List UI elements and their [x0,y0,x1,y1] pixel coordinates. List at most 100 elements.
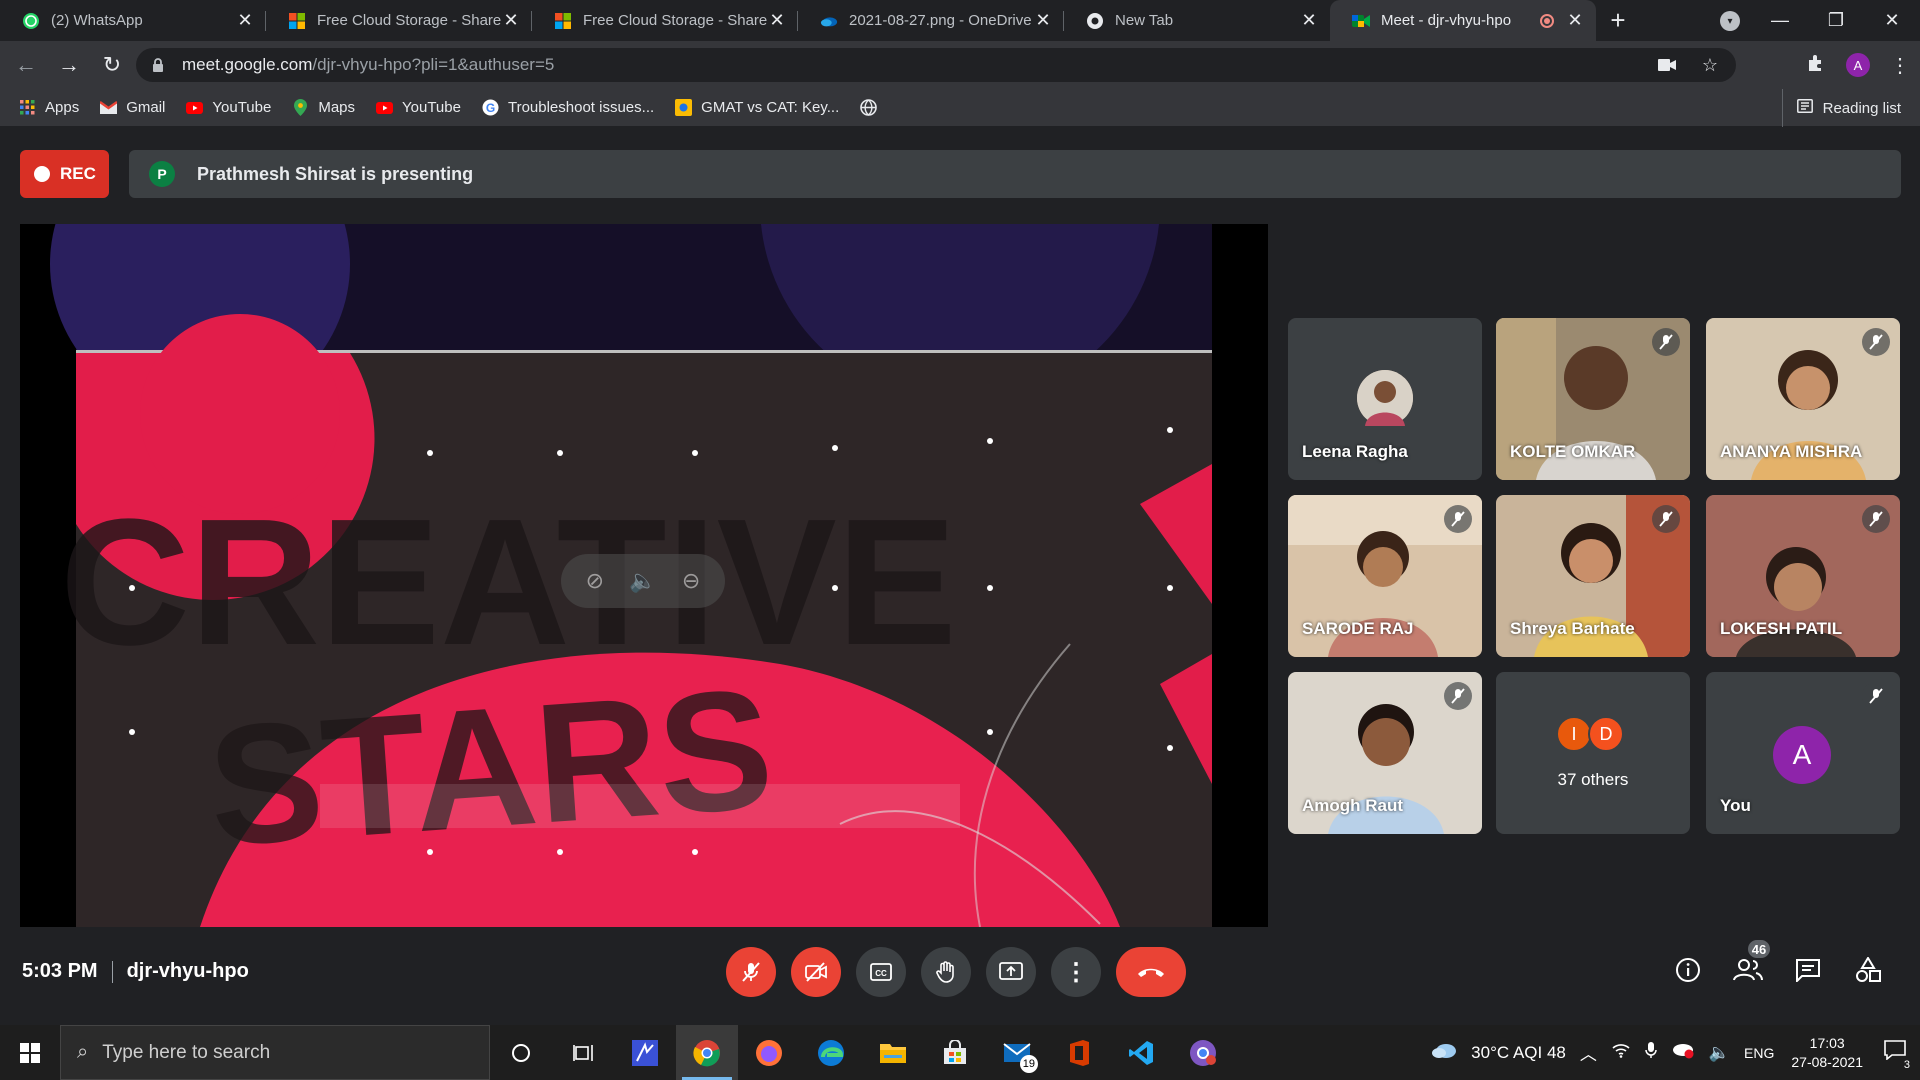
tab-close-icon[interactable]: ✕ [768,10,786,31]
language-indicator[interactable]: ENG [1744,1045,1774,1061]
tab-close-icon[interactable]: ✕ [1566,10,1584,31]
bookmark-troubleshoot[interactable]: G Troubleshoot issues... [482,99,654,116]
weather-cloud-icon[interactable] [1431,1041,1457,1064]
wifi-icon[interactable] [1611,1042,1631,1063]
tab-cloud-storage-2[interactable]: Free Cloud Storage - Share ✕ [532,0,798,41]
recording-badge[interactable]: REC [20,150,109,198]
window-close-icon[interactable]: ✕ [1864,10,1920,31]
tab-title: New Tab [1115,12,1174,29]
chevron-up-icon[interactable]: ︿ [1580,1040,1597,1065]
participant-tile-lokesh-patil[interactable]: LOKESH PATIL [1706,495,1900,657]
participant-tile-sarode-raj[interactable]: SARODE RAJ [1288,495,1482,657]
taskbar-app-firefox[interactable] [738,1025,800,1080]
activities-button[interactable] [1848,950,1888,990]
captions-button[interactable]: CC [856,947,906,997]
taskbar-app-editor[interactable] [614,1025,676,1080]
notifications-icon[interactable]: 3 [1884,1040,1912,1071]
taskbar-clock[interactable]: 17:03 27-08-2021 [1791,1034,1863,1072]
bookmark-label: Gmail [126,99,166,116]
microphone-toggle-button[interactable] [726,947,776,997]
new-tab-button[interactable]: + [1596,0,1640,41]
chat-button[interactable] [1788,950,1828,990]
taskbar-app-vscode[interactable] [1110,1025,1172,1080]
speaker-icon[interactable]: 🔈 [629,568,656,594]
meeting-details-button[interactable] [1668,950,1708,990]
participant-tile-amogh-raut[interactable]: Amogh Raut [1288,672,1482,834]
people-icon [1733,959,1763,981]
bookmark-gmail[interactable]: Gmail [100,99,165,116]
volume-icon[interactable]: 🔈 [1709,1043,1730,1063]
more-options-button[interactable]: ⋮ [1051,947,1101,997]
tab-close-icon[interactable]: ✕ [1034,10,1052,31]
participant-tile-ananya-mishra[interactable]: ANANYA MISHRA [1706,318,1900,480]
address-bar[interactable]: meet.google.com/djr-vhyu-hpo?pli=1&authu… [136,48,1736,82]
reading-list-button[interactable]: Reading list [1781,89,1901,127]
taskbar-app-chrome-profile[interactable] [1172,1025,1234,1080]
svg-text:G: G [486,101,495,115]
start-button[interactable] [0,1025,60,1080]
bookmark-gmat-cat[interactable]: GMAT vs CAT: Key... [675,99,839,116]
self-tile[interactable]: A You [1706,672,1900,834]
restore-icon[interactable]: ❐ [1808,10,1864,31]
participant-tile-leena-ragha[interactable]: Leena Ragha [1288,318,1482,480]
tab-onedrive[interactable]: 2021-08-27.png - OneDrive ✕ [798,0,1064,41]
bookmark-star-icon[interactable]: ☆ [1702,55,1718,76]
taskbar-app-store[interactable] [924,1025,986,1080]
meet-icon [1352,12,1370,30]
raise-hand-button[interactable] [921,947,971,997]
chrome-menu-icon[interactable]: ⋮ [1890,53,1910,78]
taskbar-app-office[interactable] [1048,1025,1110,1080]
tab-title: 2021-08-27.png - OneDrive [849,12,1032,29]
taskbar-app-edge[interactable] [800,1025,862,1080]
weather-text[interactable]: 30°C AQI 48 [1471,1043,1566,1063]
video-off-icon [805,962,827,982]
tab-new-tab[interactable]: New Tab ✕ [1064,0,1330,41]
notification-count: 3 [1901,1059,1912,1071]
tab-close-icon[interactable]: ✕ [502,10,520,31]
others-tile[interactable]: I D 37 others [1496,672,1690,834]
tab-whatsapp[interactable]: (2) WhatsApp ✕ [0,0,266,41]
tab-close-icon[interactable]: ✕ [236,10,254,31]
tab-meet[interactable]: Meet - djr-vhyu-hpo ✕ [1330,0,1596,41]
bookmark-maps[interactable]: Maps [292,99,355,116]
tab-search-icon[interactable]: ▾ [1720,11,1740,31]
onedrive-sync-icon[interactable] [1671,1041,1695,1064]
pin-off-icon[interactable]: ⊘ [586,568,604,594]
vscode-icon [1129,1040,1153,1065]
camera-in-use-icon[interactable] [1657,55,1676,76]
participant-tile-kolte-omkar[interactable]: KOLTE OMKAR [1496,318,1690,480]
present-now-button[interactable] [986,947,1036,997]
tab-close-icon[interactable]: ✕ [1300,10,1318,31]
cortana-button[interactable] [490,1025,552,1080]
microphone-in-use-icon[interactable] [1645,1041,1657,1064]
tile-hover-controls: ⊘ 🔈 ⊖ [561,554,725,608]
task-view-button[interactable] [552,1025,614,1080]
meeting-code: djr-vhyu-hpo [126,960,249,982]
participants-button[interactable]: 46 [1728,938,1772,990]
lock-icon[interactable] [152,58,166,72]
reload-icon[interactable]: ↻ [95,48,129,82]
present-screen-icon [999,962,1023,980]
camera-toggle-button[interactable] [791,947,841,997]
participant-tile-shreya-barhate[interactable]: Shreya Barhate [1496,495,1690,657]
extensions-icon[interactable] [1806,53,1826,78]
bookmark-youtube-2[interactable]: YouTube [376,99,461,116]
taskbar-app-mail[interactable]: 19 [986,1025,1048,1080]
remove-icon[interactable]: ⊖ [682,568,700,594]
microsoft-icon [288,12,306,30]
back-arrow-icon[interactable]: ← [9,48,43,82]
forward-arrow-icon[interactable]: → [52,48,86,82]
shiksha-icon [675,99,693,116]
minimize-icon[interactable]: — [1752,10,1808,31]
taskbar-app-file-explorer[interactable] [862,1025,924,1080]
profile-avatar[interactable]: A [1846,53,1870,77]
taskbar-search-box[interactable]: ⌕ Type here to search [60,1025,490,1080]
meeting-time: 5:03 PM [22,960,98,982]
leave-call-button[interactable] [1116,947,1186,997]
tab-cloud-storage-1[interactable]: Free Cloud Storage - Share ✕ [266,0,532,41]
bookmark-apps[interactable]: Apps [19,99,79,116]
presentation-screen[interactable]: CREATIVE STARS ⊘ 🔈 ⊖ [20,224,1268,927]
bookmark-globe[interactable] [860,99,886,116]
bookmark-youtube-1[interactable]: YouTube [186,99,271,116]
taskbar-app-chrome[interactable] [676,1025,738,1080]
